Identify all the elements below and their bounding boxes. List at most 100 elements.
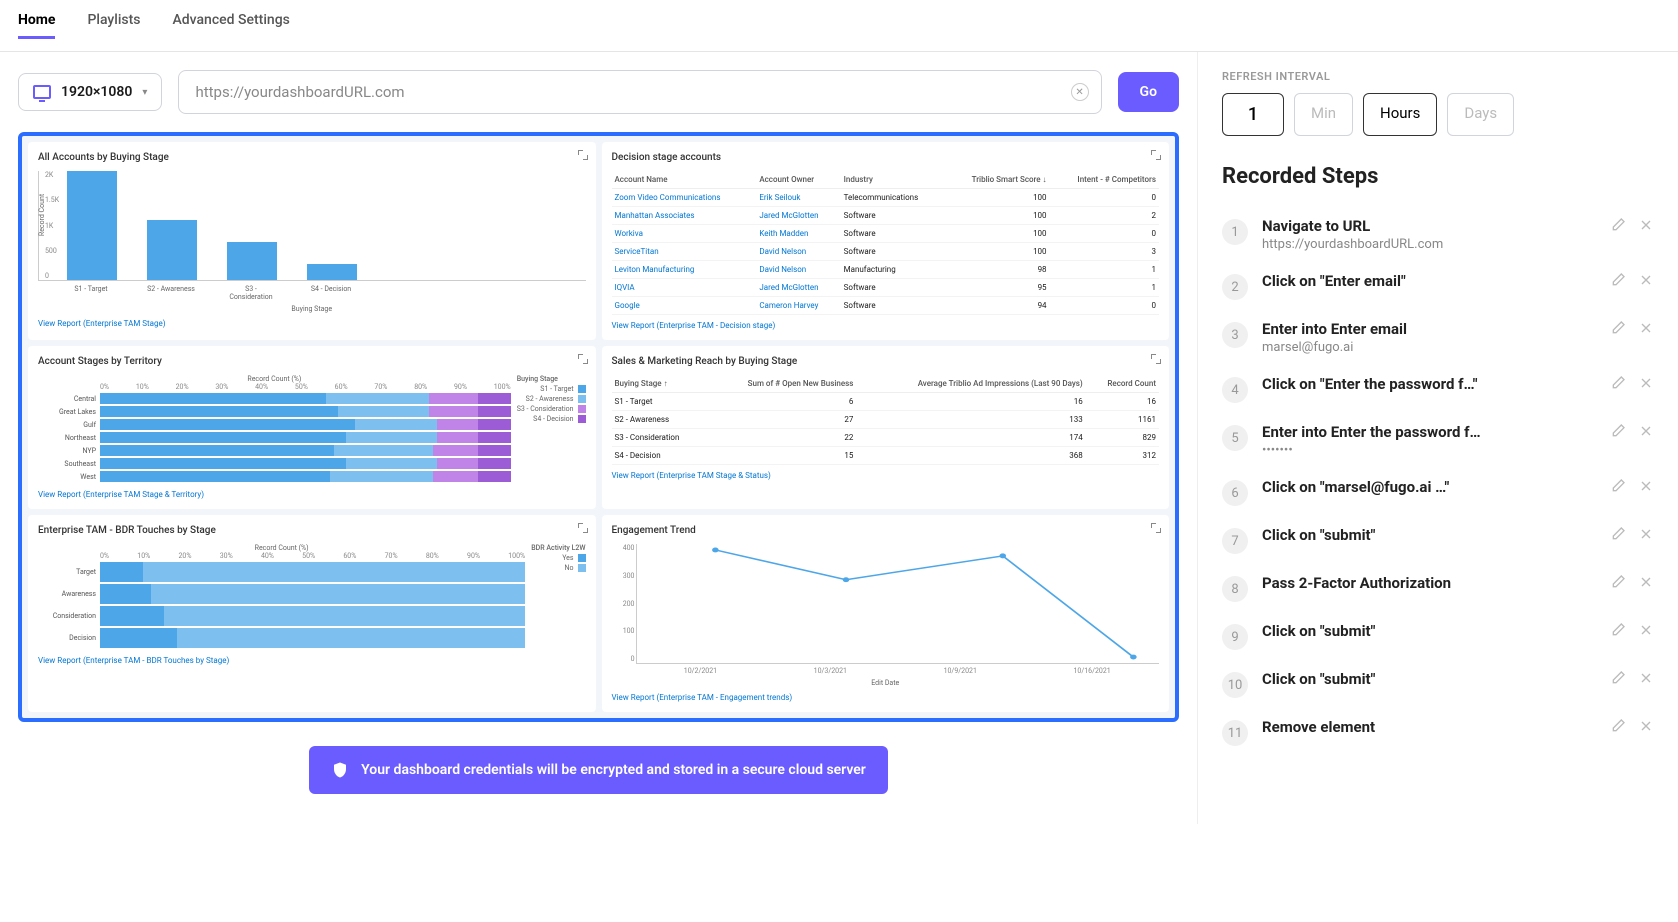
step-title: Enter into Enter the password f…	[1262, 423, 1596, 441]
recorded-steps-title: Recorded Steps	[1222, 164, 1654, 189]
card-bdr-touches: Enterprise TAM - BDR Touches by Stage Re…	[28, 515, 596, 712]
step-title: Click on "Enter the password f…"	[1262, 375, 1596, 393]
step-item[interactable]: 5Enter into Enter the password f…•••••••	[1222, 413, 1654, 468]
step-title: Click on "submit"	[1262, 670, 1596, 688]
step-number: 6	[1222, 480, 1248, 506]
expand-icon[interactable]	[578, 523, 588, 533]
edit-icon[interactable]	[1610, 272, 1626, 288]
refresh-unit-hours[interactable]: Hours	[1363, 93, 1437, 136]
step-title: Pass 2-Factor Authorization	[1262, 574, 1596, 592]
edit-icon[interactable]	[1610, 423, 1626, 439]
axis-title: Record Count (%)	[38, 375, 511, 383]
close-icon[interactable]	[1638, 320, 1654, 336]
credentials-banner: Your dashboard credentials will be encry…	[309, 746, 888, 794]
view-report-link[interactable]: View Report (Enterprise TAM Stage & Stat…	[612, 471, 1160, 480]
step-title: Click on "Enter email"	[1262, 272, 1596, 290]
reach-table: Buying Stage ↑Sum of # Open New Business…	[612, 375, 1160, 465]
legend: Buying Stage S1 - Target S2 - Awareness …	[517, 375, 586, 484]
close-icon[interactable]	[1638, 622, 1654, 638]
y-axis-label: Record Count	[38, 194, 46, 236]
edit-icon[interactable]	[1610, 526, 1626, 542]
step-title: Click on "marsel@fugo.ai …"	[1262, 478, 1596, 496]
edit-icon[interactable]	[1610, 375, 1626, 391]
expand-icon[interactable]	[1151, 354, 1161, 364]
nav-home[interactable]: Home	[18, 12, 55, 39]
close-icon[interactable]	[1638, 718, 1654, 734]
card-decision-stage-accounts: Decision stage accounts Account NameAcco…	[602, 142, 1170, 340]
step-number: 7	[1222, 528, 1248, 554]
edit-icon[interactable]	[1610, 217, 1626, 233]
legend: BDR Activity L2W Yes No	[531, 544, 585, 650]
close-icon[interactable]	[1638, 670, 1654, 686]
view-report-link[interactable]: View Report (Enterprise TAM - Decision s…	[612, 321, 1160, 330]
step-number: 2	[1222, 274, 1248, 300]
close-icon[interactable]	[1638, 526, 1654, 542]
step-number: 4	[1222, 377, 1248, 403]
view-report-link[interactable]: View Report (Enterprise TAM - Engagement…	[612, 693, 1160, 702]
close-icon[interactable]	[1638, 423, 1654, 439]
x-axis-labels: 10/2/202110/3/202110/9/202110/16/2021	[636, 667, 1160, 675]
step-title: Click on "submit"	[1262, 622, 1596, 640]
step-item[interactable]: 7Click on "submit"	[1222, 516, 1654, 564]
line-chart: 4003002001000	[636, 544, 1160, 664]
close-icon[interactable]	[1638, 574, 1654, 590]
edit-icon[interactable]	[1610, 574, 1626, 590]
nav-advanced-settings[interactable]: Advanced Settings	[173, 12, 290, 39]
right-panel: REFRESH INTERVAL Min Hours Days Recorded…	[1198, 52, 1678, 824]
close-icon[interactable]	[1638, 478, 1654, 494]
refresh-value-input[interactable]	[1222, 93, 1284, 136]
step-title: Navigate to URL	[1262, 217, 1596, 235]
step-number: 8	[1222, 576, 1248, 602]
expand-icon[interactable]	[578, 354, 588, 364]
expand-icon[interactable]	[578, 150, 588, 160]
clear-url-icon[interactable]: ✕	[1071, 83, 1089, 101]
view-report-link[interactable]: View Report (Enterprise TAM - BDR Touche…	[38, 656, 586, 665]
expand-icon[interactable]	[1151, 150, 1161, 160]
url-input[interactable]	[195, 83, 1060, 101]
step-subtitle: •••••••	[1262, 443, 1596, 458]
step-item[interactable]: 10 Click on "submit"	[1222, 660, 1654, 708]
accounts-table: Account NameAccount OwnerIndustryTriblio…	[612, 171, 1160, 315]
close-icon[interactable]	[1638, 217, 1654, 233]
step-number: 10	[1222, 672, 1248, 698]
edit-icon[interactable]	[1610, 478, 1626, 494]
edit-icon[interactable]	[1610, 320, 1626, 336]
url-field[interactable]: ✕	[178, 70, 1101, 114]
step-number: 3	[1222, 322, 1248, 348]
card-title: Enterprise TAM - BDR Touches by Stage	[38, 525, 586, 536]
refresh-unit-min[interactable]: Min	[1294, 93, 1353, 136]
step-item[interactable]: 9 Click on "submit"	[1222, 612, 1654, 660]
card-title: All Accounts by Buying Stage	[38, 152, 586, 163]
shield-icon	[331, 760, 349, 780]
resolution-select[interactable]: 1920×1080 ▾	[18, 73, 162, 111]
step-item[interactable]: 8 Pass 2-Factor Authorization	[1222, 564, 1654, 612]
close-icon[interactable]	[1638, 272, 1654, 288]
go-button[interactable]: Go	[1118, 72, 1179, 112]
view-report-link[interactable]: View Report (Enterprise TAM Stage & Terr…	[38, 490, 586, 499]
edit-icon[interactable]	[1610, 718, 1626, 734]
nav-playlists[interactable]: Playlists	[87, 12, 140, 39]
expand-icon[interactable]	[1151, 523, 1161, 533]
axis-title: Record Count (%)	[38, 544, 525, 552]
card-title: Account Stages by Territory	[38, 356, 586, 367]
card-all-accounts-by-stage: All Accounts by Buying Stage 2K1.5K1K500…	[28, 142, 596, 340]
x-axis-title: Edit Date	[612, 679, 1160, 687]
step-number: 9	[1222, 624, 1248, 650]
step-item[interactable]: 6 Click on "marsel@fugo.ai …"	[1222, 468, 1654, 516]
step-number: 11	[1222, 720, 1248, 746]
edit-icon[interactable]	[1610, 670, 1626, 686]
x-axis-labels: S1 - TargetS2 - AwarenessS3 - Considerat…	[38, 285, 586, 301]
step-title: Enter into Enter email	[1262, 320, 1596, 338]
step-item[interactable]: 1Navigate to URLhttps://yourdashboardURL…	[1222, 207, 1654, 262]
view-report-link[interactable]: View Report (Enterprise TAM Stage)	[38, 319, 586, 328]
refresh-label: REFRESH INTERVAL	[1222, 70, 1654, 83]
refresh-unit-days[interactable]: Days	[1447, 93, 1514, 136]
close-icon[interactable]	[1638, 375, 1654, 391]
step-item[interactable]: 2 Click on "Enter email"	[1222, 262, 1654, 310]
bar-chart: 2K1.5K1K5000 Record Count	[38, 171, 586, 281]
step-subtitle: https://yourdashboardURL.com	[1262, 237, 1596, 252]
edit-icon[interactable]	[1610, 622, 1626, 638]
step-item[interactable]: 3Enter into Enter emailmarsel@fugo.ai	[1222, 310, 1654, 365]
step-item[interactable]: 4 Click on "Enter the password f…"	[1222, 365, 1654, 413]
step-item[interactable]: 11Remove element	[1222, 708, 1654, 756]
